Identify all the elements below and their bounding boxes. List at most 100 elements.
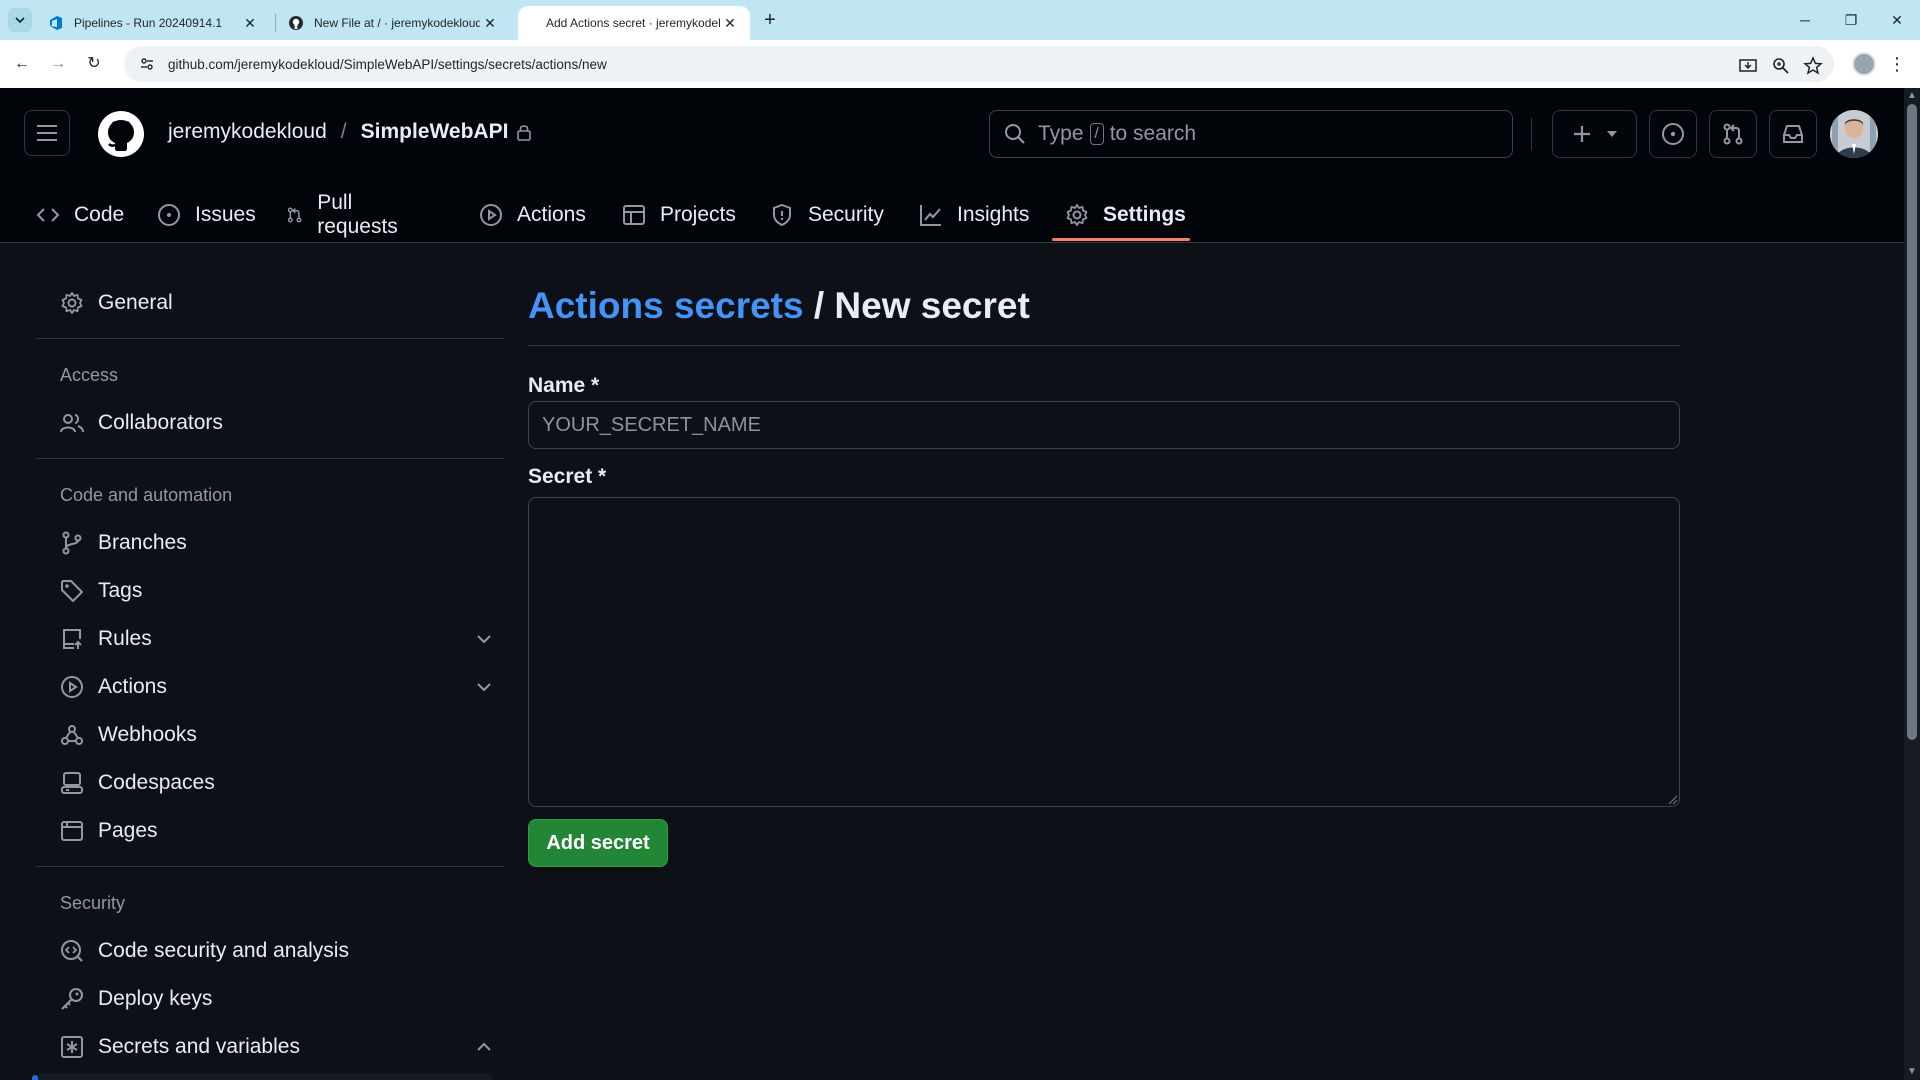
browser-toolbar: ← → ↻ github.com/jeremykodekloud/SimpleW… [0,40,1920,88]
address-bar[interactable]: github.com/jeremykodekloud/SimpleWebAPI/… [124,46,1834,82]
zoom-icon[interactable] [1771,56,1791,76]
sidebar-item-secrets-variables[interactable]: Secrets and variables [60,1027,496,1067]
codespaces-icon [61,772,83,794]
shield-icon [773,203,791,226]
asterisk-box-icon [61,1036,83,1058]
chevron-down-icon[interactable] [472,627,496,651]
tag-icon [61,580,83,602]
browser-menu-icon[interactable]: ⋮ [1888,52,1906,76]
tab-pull-requests[interactable]: Pull requests [286,186,405,243]
tab-label: Insights [957,202,1030,226]
minimize-button[interactable]: ─ [1782,6,1828,34]
browser-profile-avatar[interactable] [1852,52,1876,76]
menu-button[interactable] [24,110,70,156]
breadcrumb-separator: / [813,285,825,326]
gear-icon [61,292,83,314]
breadcrumb-actions-secrets[interactable]: Actions secrets [528,285,804,326]
github-logo-icon[interactable] [97,110,145,158]
resize-handle-icon[interactable] [1666,793,1678,805]
browser-tab-add-secret[interactable]: Add Actions secret · jeremykodekloud ✕ [518,6,750,40]
close-window-button[interactable]: ✕ [1874,6,1920,34]
bookmark-star-icon[interactable] [1803,56,1823,76]
sidebar-item-general[interactable]: General [60,283,496,323]
install-app-icon[interactable] [1738,56,1758,76]
tab-label: Actions [517,202,586,226]
chevron-down-icon [15,17,25,24]
search-shortcut-key: / [1089,123,1104,145]
webhook-icon [61,725,83,745]
page-title-text: New secret [834,285,1030,326]
close-icon[interactable]: ✕ [240,15,260,32]
graph-icon [920,204,941,226]
inbox-icon [1783,125,1803,143]
sidebar-item-tags[interactable]: Tags [60,571,496,611]
add-secret-button[interactable]: Add secret [528,819,668,867]
browser-tab-new-file[interactable]: New File at / · jeremykodekloud ✕ [278,6,510,40]
tab-security[interactable]: Security [770,186,884,243]
search-input[interactable]: Type / to search [989,110,1513,158]
tab-projects[interactable]: Projects [622,186,736,243]
issue-opened-icon [1662,123,1684,145]
sidebar-subitem-actions-secrets[interactable] [36,1073,492,1080]
site-settings-icon[interactable] [138,55,156,73]
secret-value-textarea[interactable] [528,497,1680,807]
search-prefix: Type [1038,122,1084,145]
tab-title: Add Actions secret · jeremykodekloud [546,16,720,30]
issues-button[interactable] [1649,110,1697,158]
repo-owner-link[interactable]: jeremykodekloud [168,120,327,144]
url-text: github.com/jeremykodekloud/SimpleWebAPI/… [168,56,607,72]
tab-issues[interactable]: Issues [157,186,256,243]
tab-settings[interactable]: Settings [1065,186,1186,243]
pull-requests-button[interactable] [1709,110,1757,158]
lock-icon [517,125,532,141]
forward-icon[interactable]: → [46,52,70,76]
tab-code[interactable]: Code [36,186,124,243]
restore-button[interactable]: ❐ [1828,6,1874,34]
sidebar-item-label: Pages [98,819,158,842]
table-icon [623,204,645,225]
sidebar-item-webhooks[interactable]: Webhooks [60,715,496,755]
browser-tab-pipelines[interactable]: Pipelines - Run 20240914.1 ✕ [38,6,270,40]
search-suffix: to search [1109,122,1197,145]
close-icon[interactable]: ✕ [720,15,740,32]
branch-icon [62,531,82,555]
secret-name-input[interactable] [528,401,1680,449]
sidebar-item-collaborators[interactable]: Collaborators [60,403,496,443]
user-avatar[interactable] [1830,110,1878,158]
create-new-button[interactable] [1552,110,1637,158]
pull-request-icon [1723,123,1743,145]
tab-actions[interactable]: Actions [479,186,586,243]
chevron-up-icon[interactable] [472,1035,496,1059]
scroll-down-icon[interactable]: ▼ [1906,1066,1918,1078]
new-tab-button[interactable]: + [758,8,782,32]
sidebar-item-actions[interactable]: Actions [60,667,496,707]
sidebar-item-label: Secrets and variables [98,1035,300,1058]
sidebar-item-pages[interactable]: Pages [60,811,496,851]
selected-tab-indicator [1052,238,1190,241]
sidebar-item-codespaces[interactable]: Codespaces [60,763,496,803]
close-icon[interactable]: ✕ [480,15,500,32]
sidebar-item-rules[interactable]: Rules [60,619,496,659]
scroll-up-icon[interactable]: ▲ [1906,90,1918,102]
chevron-down-icon[interactable] [472,675,496,699]
sidebar-item-label: Branches [98,531,187,554]
repo-name-link[interactable]: SimpleWebAPI [361,120,509,144]
tab-label: Pull requests [317,190,398,238]
sidebar-item-code-security[interactable]: Code security and analysis [60,931,496,971]
tab-insights[interactable]: Insights [919,186,1029,243]
back-icon[interactable]: ← [10,52,34,76]
inbox-button[interactable] [1769,110,1817,158]
play-icon [480,203,502,226]
tab-list-button[interactable] [8,8,32,32]
plus-icon [1573,126,1590,142]
scrollbar-thumb[interactable] [1907,104,1917,740]
sidebar-item-deploy-keys[interactable]: Deploy keys [60,979,496,1019]
hamburger-icon [37,125,57,141]
sidebar-item-label: Collaborators [98,411,223,434]
tab-label: Settings [1103,202,1186,226]
sidebar-divider [36,338,504,339]
sidebar-item-branches[interactable]: Branches [60,523,496,563]
repo-push-icon [63,629,82,649]
path-separator: / [340,120,347,143]
reload-icon[interactable]: ↻ [82,52,106,76]
